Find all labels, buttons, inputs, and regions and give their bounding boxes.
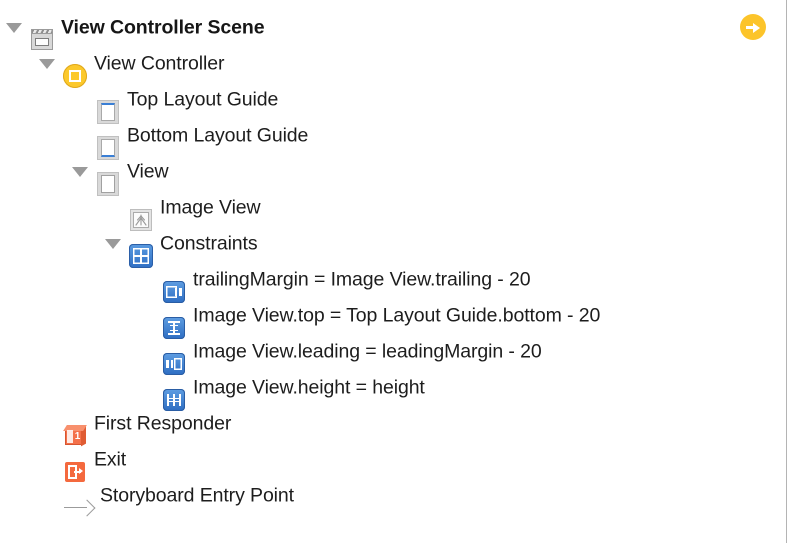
outline-row-label: View Controller Scene (61, 16, 265, 39)
outline-row-label: View (127, 160, 169, 183)
badge-arrow-head (753, 22, 760, 33)
outline-row[interactable]: Top Layout Guide (0, 82, 786, 124)
outline-row[interactable]: Image View.height = height (0, 370, 786, 411)
outline-row-label: Bottom Layout Guide (127, 124, 309, 147)
outline-row-label: Image View.leading = leadingMargin - 20 (193, 340, 542, 363)
storyboard-entry-point-icon (62, 495, 96, 521)
outline-row[interactable]: 1 First Responder (0, 406, 786, 446)
outline-row[interactable]: trailingMargin = Image View.trailing - 2… (0, 262, 786, 303)
outline-row[interactable]: View Controller (0, 46, 786, 88)
arrow-right-circle-icon[interactable] (740, 14, 766, 40)
outline-row-label: Image View.top = Top Layout Guide.bottom… (193, 304, 601, 327)
outline-row-label: Constraints (160, 232, 258, 255)
outline-row[interactable]: Image View.leading = leadingMargin - 20 (0, 334, 786, 375)
outline-row[interactable]: Image View.top = Top Layout Guide.bottom… (0, 298, 786, 339)
outline-row[interactable]: View (0, 154, 786, 196)
outline-row-label: Exit (94, 448, 127, 471)
disclosure-triangle-icon[interactable] (72, 167, 88, 177)
outline-tree: View Controller Scene View Controller Top … (0, 0, 786, 517)
document-outline-panel: View Controller Scene View Controller Top … (0, 0, 787, 543)
outline-row-label: View Controller (94, 52, 225, 75)
disclosure-triangle-icon[interactable] (39, 59, 55, 69)
disclosure-triangle-icon[interactable] (105, 239, 121, 249)
outline-row[interactable]: Bottom Layout Guide (0, 118, 786, 160)
outline-row-label: Storyboard Entry Point (100, 484, 294, 507)
outline-row-label: Top Layout Guide (127, 88, 279, 111)
outline-row[interactable]: View Controller Scene (0, 10, 786, 50)
outline-row[interactable]: Exit (0, 442, 786, 482)
outline-row[interactable]: Storyboard Entry Point (0, 478, 786, 517)
outline-row-label: Image View (160, 196, 261, 219)
outline-row-label: trailingMargin = Image View.trailing - 2… (193, 268, 531, 291)
disclosure-triangle-icon[interactable] (6, 23, 22, 33)
outline-row-label: First Responder (94, 412, 232, 435)
outline-row-label: Image View.height = height (193, 376, 425, 399)
outline-row[interactable]: Constraints (0, 226, 786, 268)
outline-row[interactable]: Image View (0, 190, 786, 231)
